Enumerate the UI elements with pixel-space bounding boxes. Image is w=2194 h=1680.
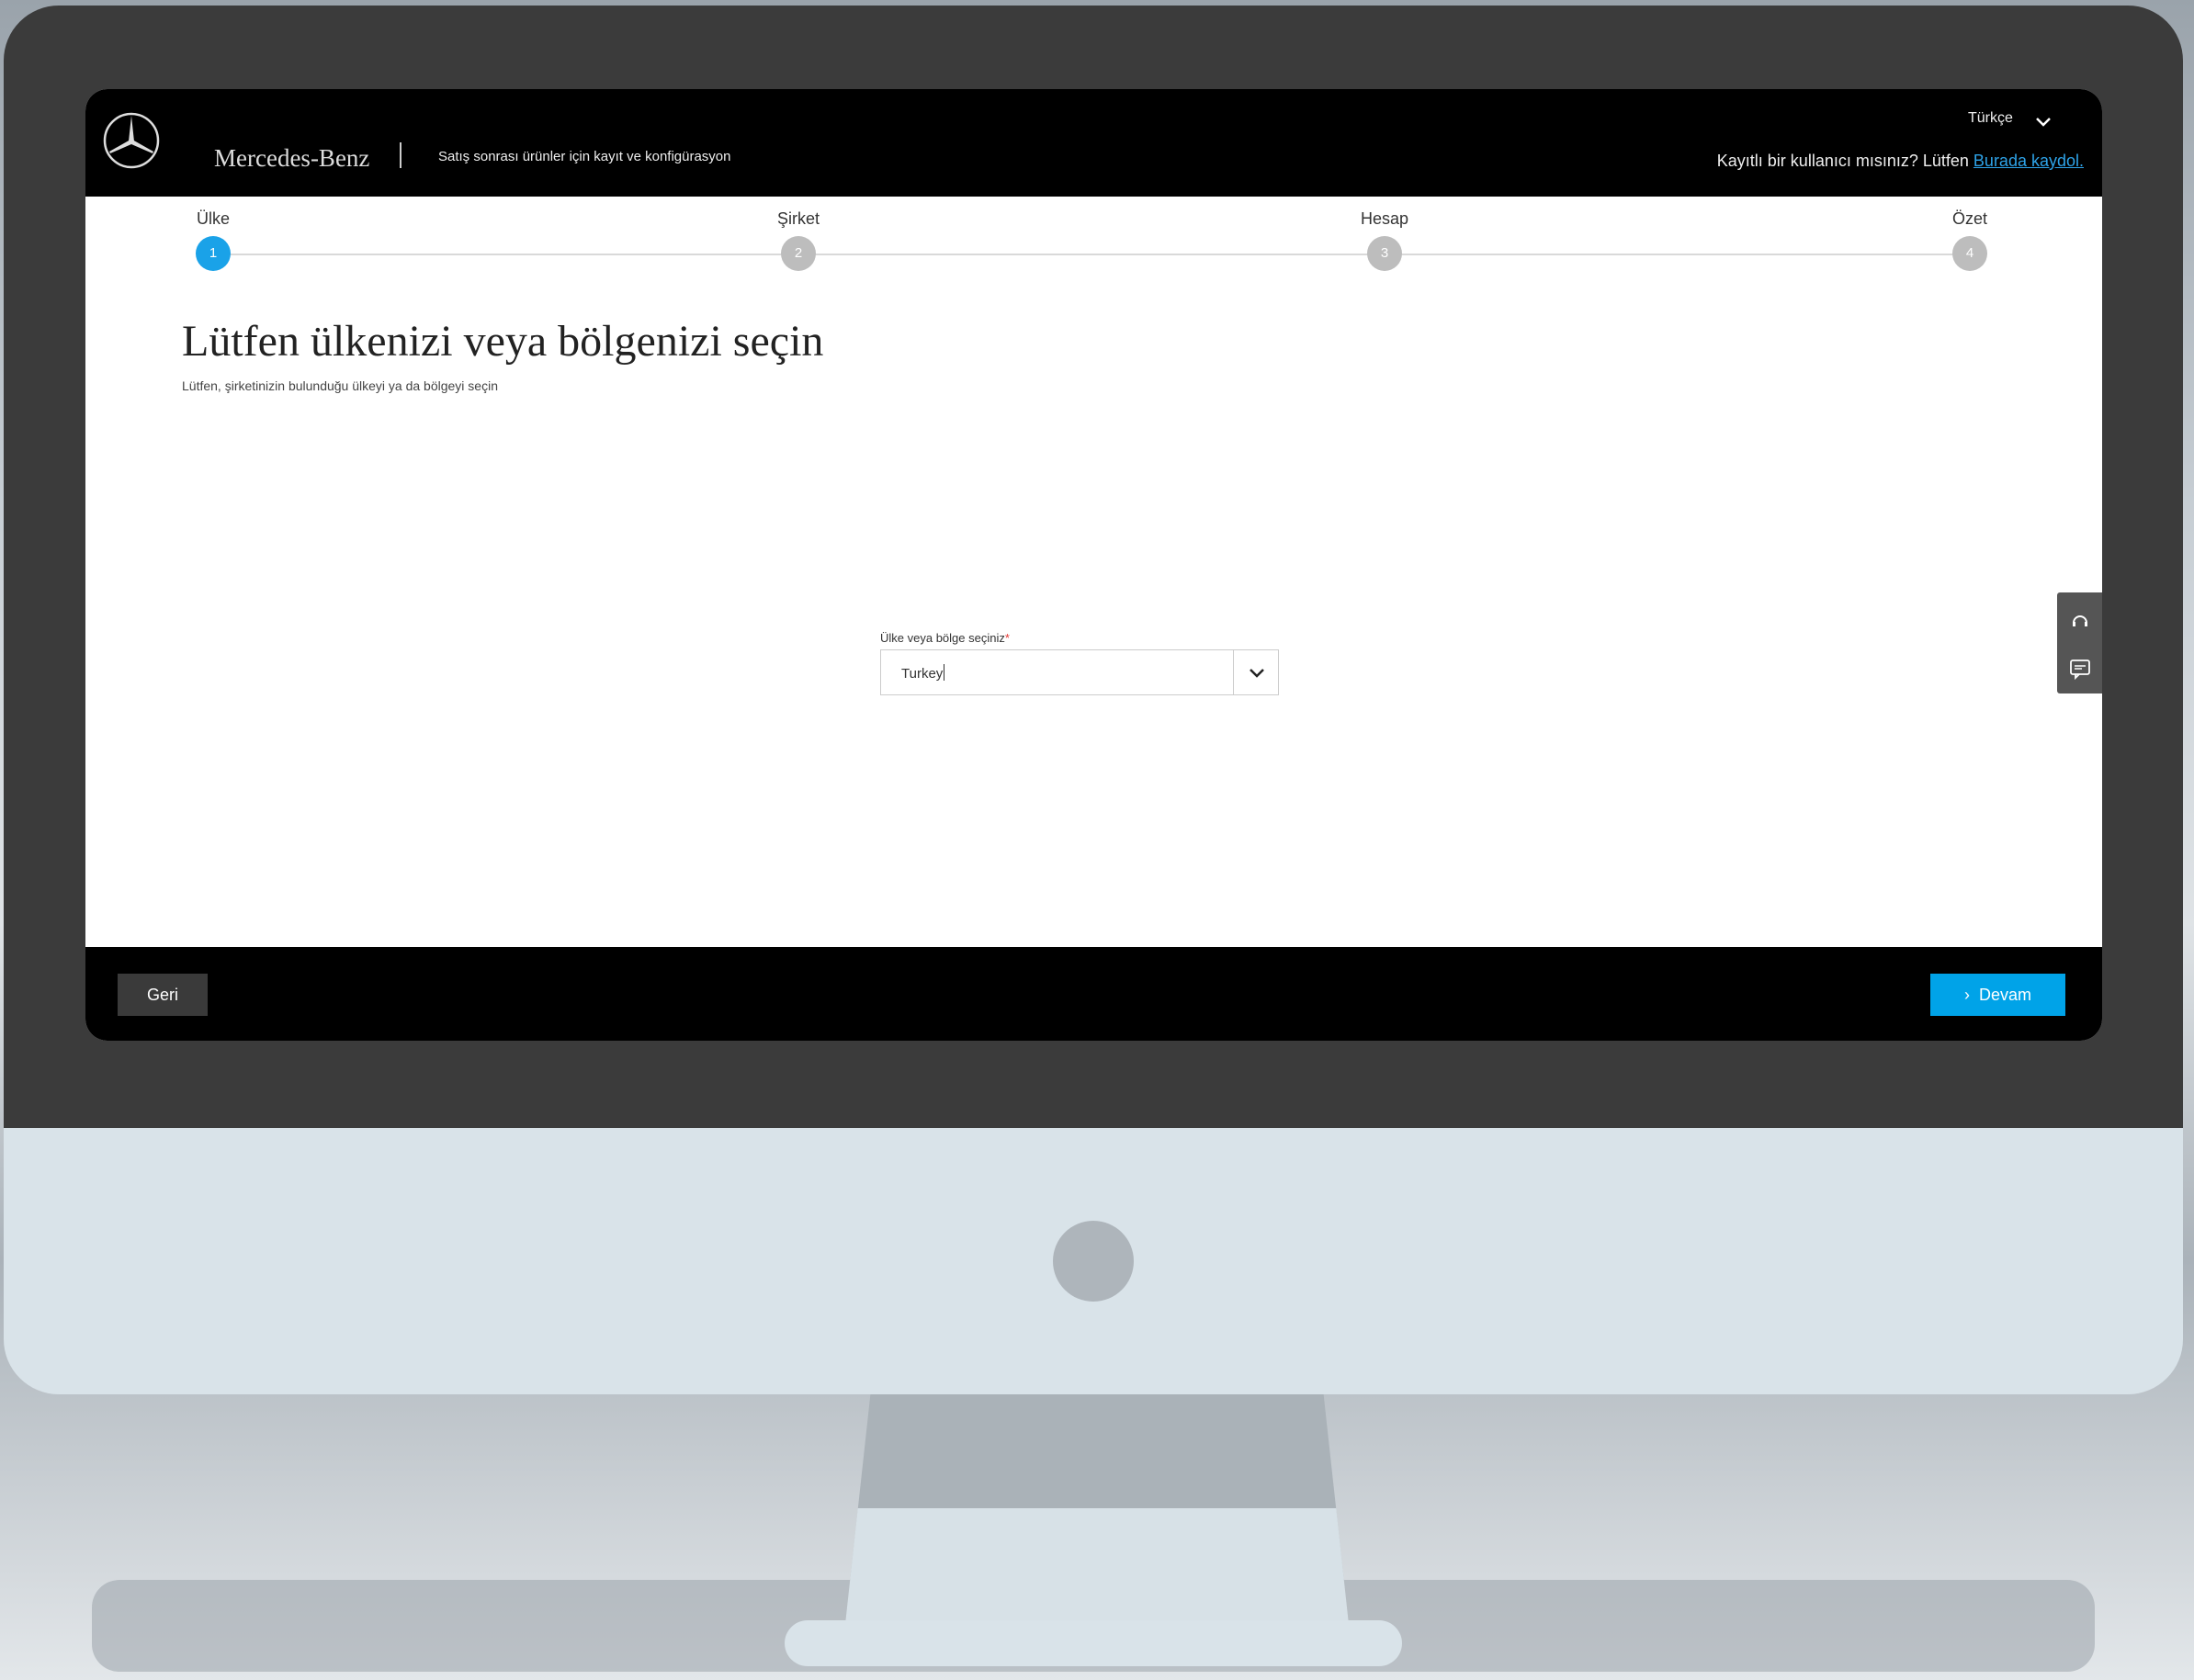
monitor-stand-base — [785, 1620, 1402, 1666]
header-tagline: Satış sonrası ürünler için kayıt ve konf… — [438, 149, 731, 164]
continue-label: Devam — [1978, 985, 2031, 1004]
step-number: 2 — [781, 236, 816, 271]
required-marker: * — [1004, 631, 1010, 645]
app-screen: Mercedes-Benz Satış sonrası ürünler için… — [85, 89, 2102, 1041]
register-link[interactable]: Burada kaydol. — [1973, 152, 2084, 170]
headset-icon[interactable] — [2068, 609, 2092, 633]
step-number: 3 — [1367, 236, 1402, 271]
stepper-line — [214, 254, 1971, 255]
chevron-down-icon[interactable] — [1247, 662, 1267, 682]
header-divider — [400, 142, 401, 168]
country-field-label: Ülke veya bölge seçiniz* — [880, 631, 1010, 645]
side-help-widget — [2057, 592, 2102, 693]
step-company[interactable]: Şirket 2 — [743, 197, 854, 271]
mercedes-star-icon[interactable] — [102, 111, 161, 170]
monitor-logo — [1053, 1221, 1134, 1302]
page-subtitle: Lütfen, şirketinizin bulunduğu ülkeyi ya… — [182, 378, 498, 393]
country-select[interactable]: Turkey — [880, 649, 1279, 695]
registered-prompt-text: Kayıtlı bir kullanıcı mısınız? Lütfen — [1716, 152, 1969, 170]
progress-stepper: Ülke 1 Şirket 2 Hesap 3 Özet 4 — [85, 197, 2102, 288]
step-country[interactable]: Ülke 1 — [158, 197, 268, 271]
continue-button[interactable]: › Devam — [1930, 974, 2065, 1016]
back-button[interactable]: Geri — [118, 974, 208, 1016]
registered-user-prompt: Kayıtlı bir kullanıcı mısınız? Lütfen Bu… — [1717, 152, 2084, 171]
step-number: 4 — [1952, 236, 1987, 271]
country-select-value[interactable]: Turkey — [901, 664, 944, 682]
faq-icon[interactable] — [2068, 657, 2092, 681]
field-label-text: Ülke veya bölge seçiniz — [880, 631, 1005, 645]
language-select[interactable]: Türkçe — [1968, 110, 2013, 127]
page-title: Lütfen ülkenizi veya bölgenizi seçin — [182, 317, 824, 366]
step-label: Ülke — [196, 209, 230, 228]
step-label: Şirket — [776, 209, 820, 228]
header-bar: Mercedes-Benz Satış sonrası ürünler için… — [85, 89, 2102, 197]
chevron-down-icon[interactable] — [2033, 111, 2053, 131]
step-account[interactable]: Hesap 3 — [1329, 197, 1440, 271]
monitor-stand-lower — [845, 1508, 1349, 1624]
step-label: Özet — [1951, 209, 1987, 228]
step-number: 1 — [196, 236, 231, 271]
step-summary[interactable]: Özet 4 — [1915, 197, 2025, 271]
chevron-right-icon: › — [1963, 985, 1970, 1004]
footer-bar: Geri › Devam — [85, 947, 2102, 1041]
brand-name: Mercedes-Benz — [214, 144, 370, 172]
step-label: Hesap — [1360, 209, 1409, 228]
select-divider — [1233, 650, 1234, 694]
